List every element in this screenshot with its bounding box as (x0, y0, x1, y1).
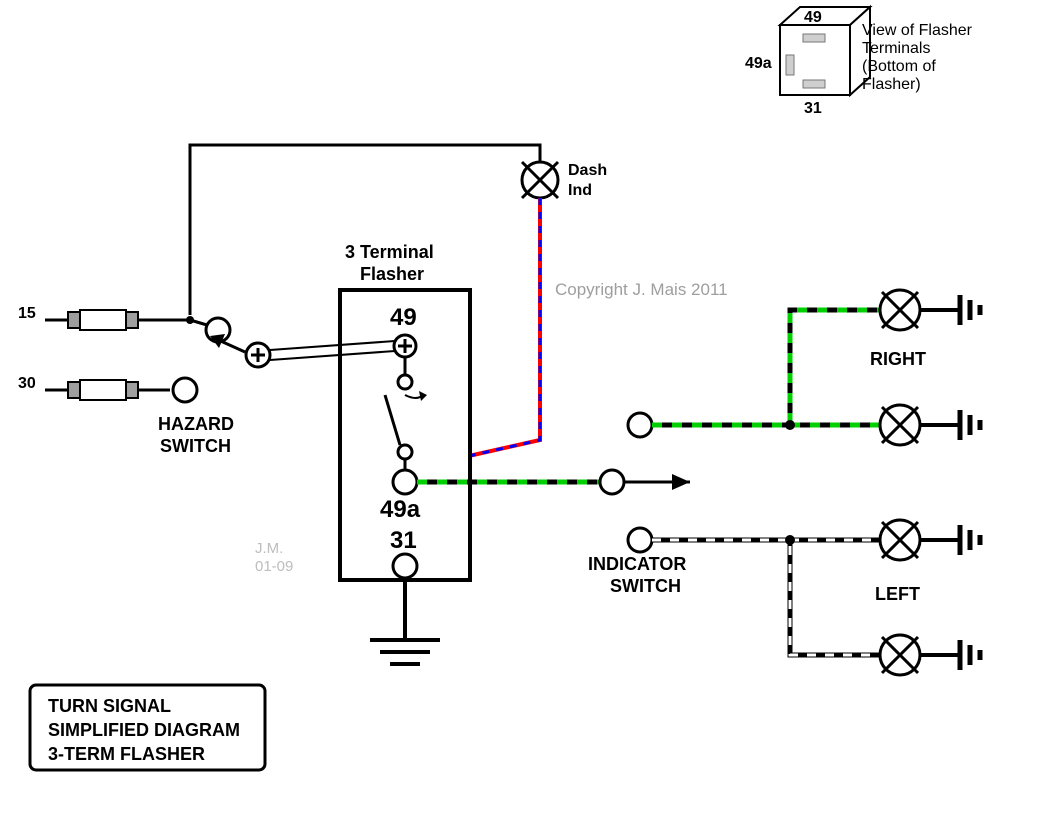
left-label: LEFT (875, 584, 920, 604)
dash-label-1: Dash (568, 162, 607, 179)
hazard-label-2: SWITCH (160, 436, 231, 456)
legend-line3: (Bottom of (862, 58, 936, 75)
lamp-right-rear (880, 405, 980, 445)
title-3: 3-TERM FLASHER (48, 744, 205, 764)
legend-line2: Terminals (862, 40, 930, 57)
title-1: TURN SIGNAL (48, 696, 171, 716)
flasher-legend: 49 49a 31 View of Flasher Terminals (Bot… (745, 7, 973, 117)
term-49: 49 (390, 304, 417, 331)
term-49a: 49a (380, 496, 421, 523)
dash-label-2: Ind (568, 182, 592, 199)
legend-t49a: 49a (745, 55, 772, 72)
left-branch: LEFT (652, 535, 920, 655)
indicator-label-1: INDICATOR (588, 554, 686, 574)
label-15: 15 (18, 305, 36, 322)
lamp-left-front (880, 520, 980, 560)
label-30: 30 (18, 375, 36, 392)
hazard-label-1: HAZARD (158, 414, 234, 434)
indicator-label-2: SWITCH (610, 576, 681, 596)
flasher-title-2: Flasher (360, 264, 424, 284)
flasher-box: 3 Terminal Flasher 49 49a 31 (340, 242, 470, 580)
jm-1: J.M. (255, 540, 283, 557)
title-box: TURN SIGNAL SIMPLIFIED DIAGRAM 3-TERM FL… (30, 685, 265, 770)
flasher-ground (370, 580, 440, 664)
lamp-right-front (880, 290, 980, 330)
title-2: SIMPLIFIED DIAGRAM (48, 720, 240, 740)
fuse-30: 30 (18, 375, 197, 402)
fuse-15: 15 (18, 305, 194, 330)
legend-t31: 31 (804, 100, 822, 117)
lamp-left-rear (880, 635, 980, 675)
term-31: 31 (390, 527, 417, 554)
copyright: Copyright J. Mais 2011 (555, 280, 728, 299)
right-label: RIGHT (870, 349, 926, 369)
legend-line1: View of Flasher (862, 22, 973, 39)
dash-indicator-lamp: Dash Ind (522, 162, 607, 199)
flasher-title-1: 3 Terminal (345, 242, 434, 262)
indicator-switch: INDICATOR SWITCH (588, 413, 686, 596)
legend-line4: Flasher) (862, 76, 921, 93)
jm-2: 01-09 (255, 558, 293, 575)
lamps (880, 290, 980, 675)
legend-t49: 49 (804, 9, 822, 26)
